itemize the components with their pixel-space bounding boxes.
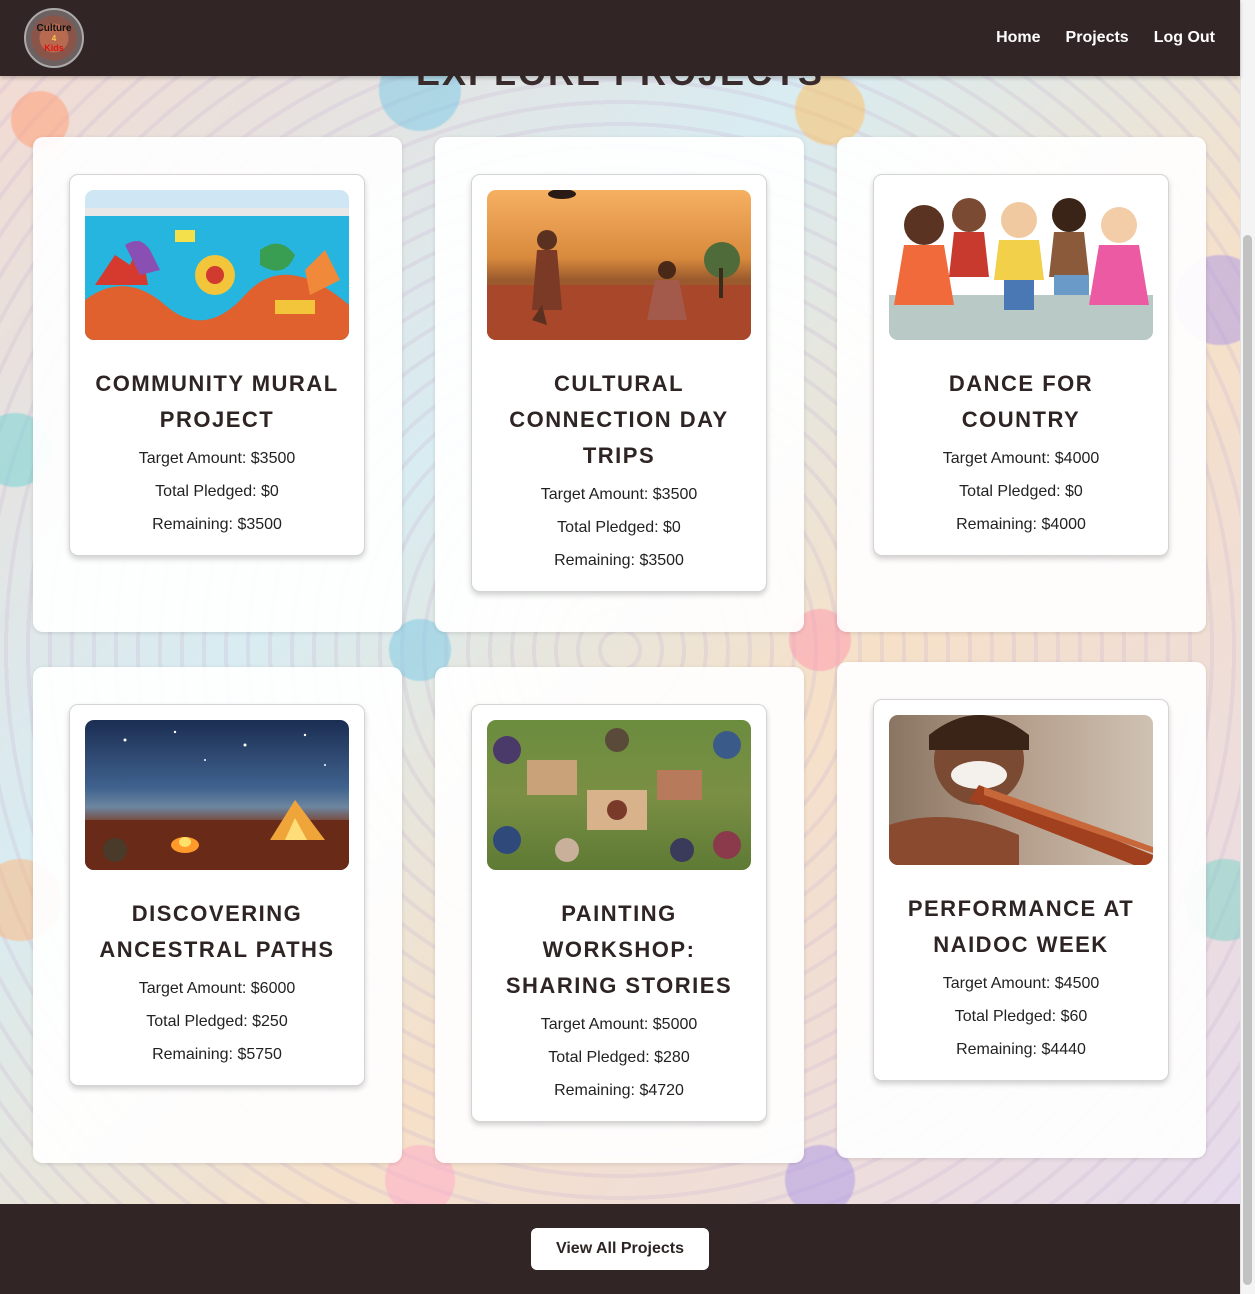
remaining-amount: Remaining: $3500: [554, 552, 684, 569]
total-pledged: Total Pledged: $250: [146, 1013, 288, 1030]
project-title: PERFORMANCE AT NAIDOC WEEK: [907, 896, 1135, 957]
project-card-naidoc-week[interactable]: PERFORMANCE AT NAIDOC WEEK Target Amount…: [873, 699, 1169, 1081]
project-card-ancestral-paths[interactable]: DISCOVERING ANCESTRAL PATHS Target Amoun…: [69, 704, 365, 1086]
project-title: PAINTING WORKSHOP: SHARING STORIES: [505, 901, 733, 998]
project-panel: CULTURAL CONNECTION DAY TRIPS Target Amo…: [435, 137, 804, 632]
top-navbar: Culture 4 Kids Home Projects Log Out: [0, 0, 1240, 76]
target-amount: Target Amount: $6000: [138, 980, 296, 997]
remaining-amount: Remaining: $5750: [152, 1046, 282, 1063]
project-panel: DISCOVERING ANCESTRAL PATHS Target Amoun…: [33, 667, 402, 1163]
naidoc-performance-image: [889, 715, 1153, 865]
project-card-community-mural[interactable]: COMMUNITY MURAL PROJECT Target Amount: $…: [69, 174, 365, 556]
project-panel: COMMUNITY MURAL PROJECT Target Amount: $…: [33, 137, 402, 632]
cultural-connection-image: [487, 190, 751, 340]
total-pledged: Total Pledged: $0: [557, 519, 681, 536]
painting-workshop-image: [487, 720, 751, 870]
project-panel: DANCE FOR COUNTRY Target Amount: $4000 T…: [837, 137, 1206, 632]
project-title: CULTURAL CONNECTION DAY TRIPS: [509, 371, 729, 468]
target-amount: Target Amount: $3500: [540, 486, 698, 503]
scrollbar-thumb[interactable]: [1243, 235, 1252, 1285]
remaining-amount: Remaining: $4440: [956, 1041, 1086, 1058]
project-panel: PERFORMANCE AT NAIDOC WEEK Target Amount…: [837, 662, 1206, 1158]
vertical-scrollbar[interactable]: [1240, 0, 1255, 1294]
target-amount: Target Amount: $3500: [138, 450, 296, 467]
target-amount: Target Amount: $4000: [942, 450, 1100, 467]
logo-text-line2: 4: [51, 33, 57, 43]
total-pledged: Total Pledged: $0: [959, 483, 1083, 500]
remaining-amount: Remaining: $4720: [554, 1082, 684, 1099]
main-nav: Home Projects Log Out: [996, 29, 1215, 47]
project-title: COMMUNITY MURAL PROJECT: [95, 371, 339, 432]
target-amount: Target Amount: $4500: [942, 975, 1100, 992]
project-card-dance-for-country[interactable]: DANCE FOR COUNTRY Target Amount: $4000 T…: [873, 174, 1169, 556]
project-card-cultural-connection[interactable]: CULTURAL CONNECTION DAY TRIPS Target Amo…: [471, 174, 767, 592]
total-pledged: Total Pledged: $0: [155, 483, 279, 500]
logo-text-line1: Culture: [36, 22, 72, 34]
view-all-projects-button[interactable]: View All Projects: [530, 1228, 710, 1270]
nav-home-link[interactable]: Home: [996, 29, 1040, 47]
total-pledged: Total Pledged: $60: [954, 1008, 1088, 1025]
footer-bar: View All Projects: [0, 1204, 1240, 1294]
target-amount: Target Amount: $5000: [540, 1016, 698, 1033]
dance-for-country-image: [889, 190, 1153, 340]
project-card-painting-workshop[interactable]: PAINTING WORKSHOP: SHARING STORIES Targe…: [471, 704, 767, 1122]
remaining-amount: Remaining: $3500: [152, 516, 282, 533]
project-title: DISCOVERING ANCESTRAL PATHS: [99, 901, 335, 962]
culture-4-kids-logo[interactable]: Culture 4 Kids: [24, 8, 84, 68]
logo-text-line3: Kids: [44, 42, 64, 53]
project-panel: PAINTING WORKSHOP: SHARING STORIES Targe…: [435, 667, 804, 1163]
nav-logout-link[interactable]: Log Out: [1154, 29, 1215, 47]
community-mural-image: [85, 190, 349, 340]
remaining-amount: Remaining: $4000: [956, 516, 1086, 533]
total-pledged: Total Pledged: $280: [548, 1049, 690, 1066]
nav-projects-link[interactable]: Projects: [1066, 29, 1129, 47]
project-title: DANCE FOR COUNTRY: [948, 371, 1094, 432]
ancestral-paths-image: [85, 720, 349, 870]
